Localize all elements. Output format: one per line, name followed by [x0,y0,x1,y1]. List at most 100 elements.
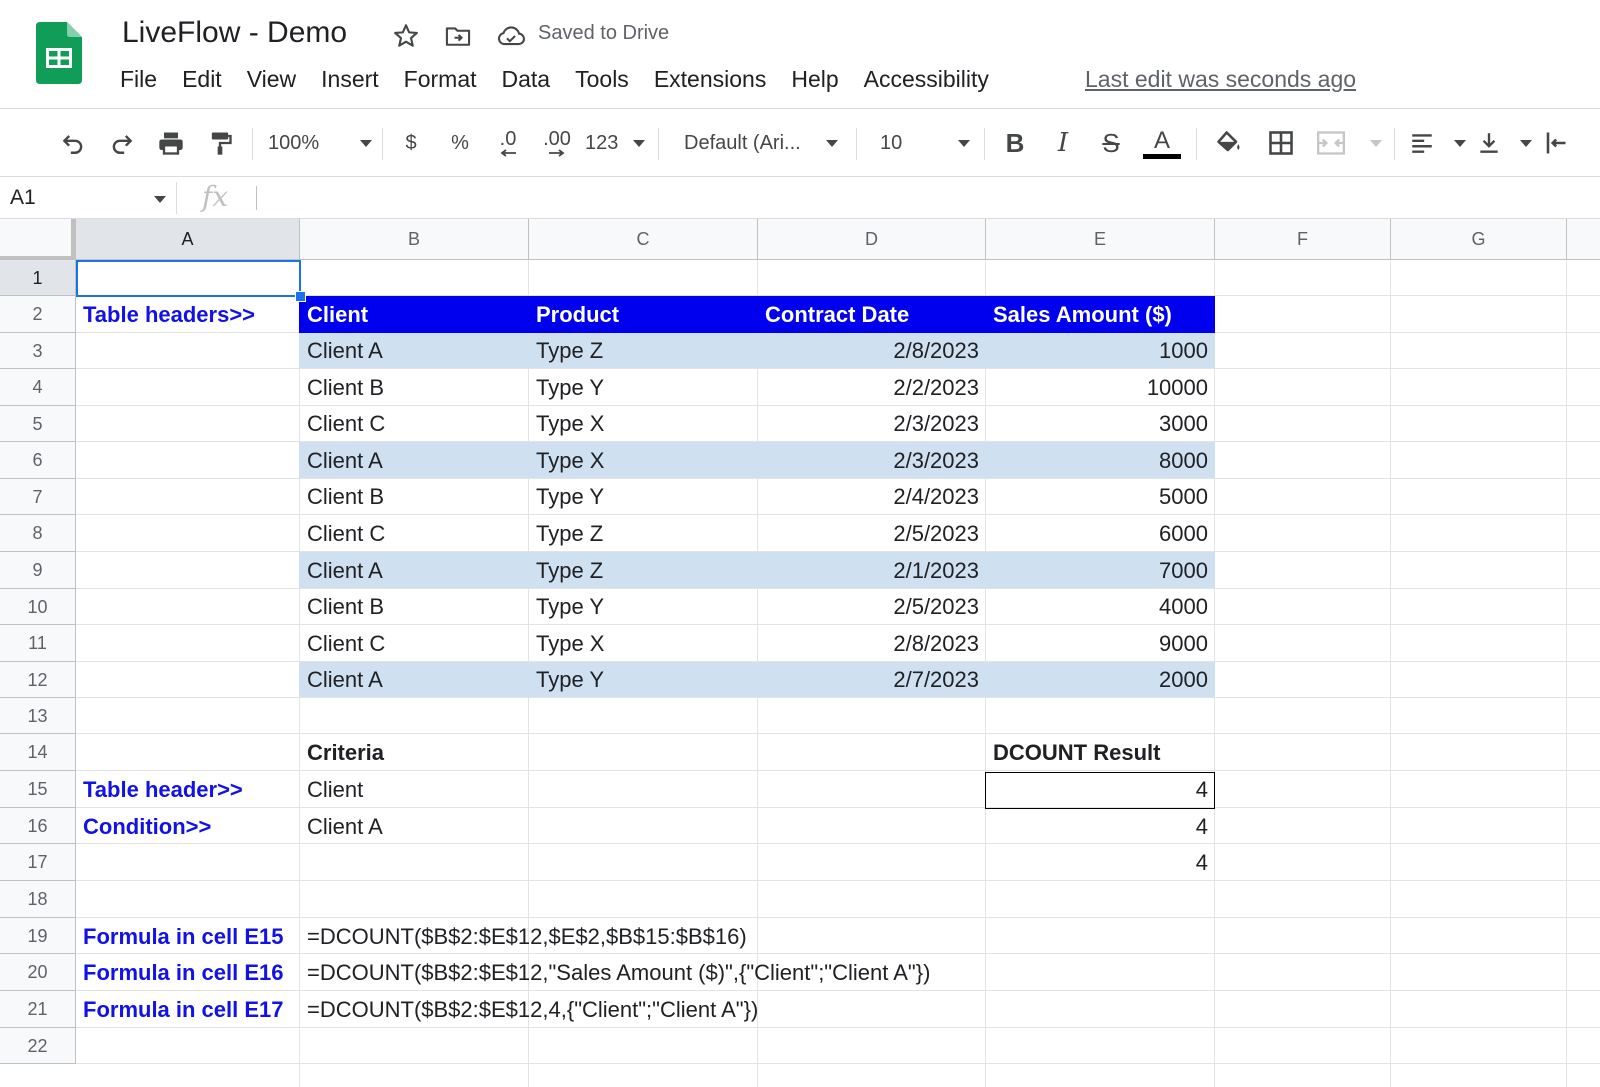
cell-e11[interactable]: 9000 [986,625,1215,662]
cell-a16[interactable]: Condition>> [76,808,300,845]
decrease-decimal-button[interactable]: .0 [490,124,526,162]
cell-d10[interactable]: 2/5/2023 [758,589,986,625]
cell-d9[interactable]: 2/1/2023 [758,552,986,589]
menu-accessibility[interactable]: Accessibility [864,66,989,98]
cell-a20[interactable]: Formula in cell E16 [76,954,300,991]
cell-e9[interactable]: 7000 [986,552,1215,589]
text-wrap-button[interactable] [1544,124,1566,162]
cell-a15[interactable]: Table header>> [76,771,300,808]
document-title[interactable]: LiveFlow - Demo [122,16,347,50]
cell-d8[interactable]: 2/5/2023 [758,515,986,552]
cell-e15[interactable]: 4 [986,771,1215,808]
column-header-d[interactable]: D [758,219,986,260]
cell-b4[interactable]: Client B [300,369,529,406]
menu-file[interactable]: File [120,66,157,98]
horizontal-align-button[interactable] [1408,124,1466,162]
column-header-f[interactable]: F [1215,219,1391,260]
cell-c6[interactable]: Type X [529,442,758,479]
cell-c8[interactable]: Type Z [529,515,758,552]
active-cell-selection[interactable] [76,260,301,297]
cell-b10[interactable]: Client B [300,589,529,625]
cell-c10[interactable]: Type Y [529,589,758,625]
cell-b5[interactable]: Client C [300,406,529,442]
cell-a21[interactable]: Formula in cell E17 [76,991,300,1028]
row-header-4[interactable]: 4 [0,369,76,406]
cell-b12[interactable]: Client A [300,662,529,698]
column-header-c[interactable]: C [529,219,758,260]
cell-e17[interactable]: 4 [986,844,1215,881]
cell-c7[interactable]: Type Y [529,479,758,515]
cell-e5[interactable]: 3000 [986,406,1215,442]
cell-e16[interactable]: 4 [986,808,1215,845]
cloud-saved-icon[interactable] [496,22,525,50]
menu-data[interactable]: Data [502,66,551,98]
column-header-g[interactable]: G [1391,219,1567,260]
cell-d6[interactable]: 2/3/2023 [758,442,986,479]
star-icon[interactable] [392,22,420,50]
cell-e7[interactable]: 5000 [986,479,1215,515]
cell-b7[interactable]: Client B [300,479,529,515]
cell-a2[interactable]: Table headers>> [76,296,300,333]
cell-d5[interactable]: 2/3/2023 [758,406,986,442]
row-header-10[interactable]: 10 [0,589,76,625]
menu-edit[interactable]: Edit [182,66,222,98]
borders-button[interactable] [1262,124,1300,162]
cell-b11[interactable]: Client C [300,625,529,662]
text-color-button[interactable]: A [1142,124,1182,162]
merge-cells-button[interactable] [1314,124,1382,162]
cell-c9[interactable]: Type Z [529,552,758,589]
move-to-folder-icon[interactable] [444,22,472,50]
fill-handle[interactable] [295,291,306,302]
cell-e8[interactable]: 6000 [986,515,1215,552]
cell-d11[interactable]: 2/8/2023 [758,625,986,662]
cell-d4[interactable]: 2/2/2023 [758,369,986,406]
cell-d12[interactable]: 2/7/2023 [758,662,986,698]
cell-d7[interactable]: 2/4/2023 [758,479,986,515]
cell-a19[interactable]: Formula in cell E15 [76,918,300,955]
undo-button[interactable] [55,124,91,162]
cell-b15[interactable]: Client [300,771,529,808]
row-header-18[interactable]: 18 [0,881,76,918]
menu-insert[interactable]: Insert [321,66,379,98]
cell-c11[interactable]: Type X [529,625,758,662]
zoom-select[interactable]: 100% [268,124,372,162]
cell-c12[interactable]: Type Y [529,662,758,698]
cell-b21[interactable]: =DCOUNT($B$2:$E$12,4,{"Client";"Client A… [300,991,758,1028]
cell-b8[interactable]: Client C [300,515,529,552]
formula-input[interactable] [268,184,1568,212]
currency-format-button[interactable]: $ [396,124,426,162]
row-header-11[interactable]: 11 [0,625,76,662]
cell-e14[interactable]: DCOUNT Result [986,734,1215,771]
strikethrough-button[interactable]: S [1094,124,1128,162]
italic-button[interactable]: I [1046,124,1080,162]
menu-view[interactable]: View [247,66,296,98]
row-header-1[interactable]: 1 [0,260,76,296]
cell-c4[interactable]: Type Y [529,369,758,406]
column-header-e[interactable]: E [986,219,1215,260]
row-header-5[interactable]: 5 [0,406,76,442]
cell-c3[interactable]: Type Z [529,333,758,369]
increase-decimal-button[interactable]: .00 [536,124,578,162]
row-header-19[interactable]: 19 [0,918,76,954]
percent-format-button[interactable]: % [444,124,476,162]
row-header-6[interactable]: 6 [0,442,76,479]
row-header-21[interactable]: 21 [0,991,76,1028]
cell-b9[interactable]: Client A [300,552,529,589]
row-header-16[interactable]: 16 [0,808,76,844]
cell-b14[interactable]: Criteria [300,734,529,771]
font-size-select[interactable]: 10 [880,124,970,162]
menu-help[interactable]: Help [791,66,838,98]
cell-e6[interactable]: 8000 [986,442,1215,479]
bold-button[interactable]: B [998,124,1032,162]
cell-e2[interactable]: Sales Amount ($) [986,296,1215,333]
row-header-17[interactable]: 17 [0,844,76,881]
font-family-select[interactable]: Default (Ari... [684,124,838,162]
cell-e3[interactable]: 1000 [986,333,1215,369]
cell-e10[interactable]: 4000 [986,589,1215,625]
row-header-22[interactable]: 22 [0,1028,76,1064]
row-header-8[interactable]: 8 [0,515,76,552]
cell-b3[interactable]: Client A [300,333,529,369]
print-button[interactable] [152,124,190,162]
menu-tools[interactable]: Tools [575,66,629,98]
menu-format[interactable]: Format [404,66,477,98]
